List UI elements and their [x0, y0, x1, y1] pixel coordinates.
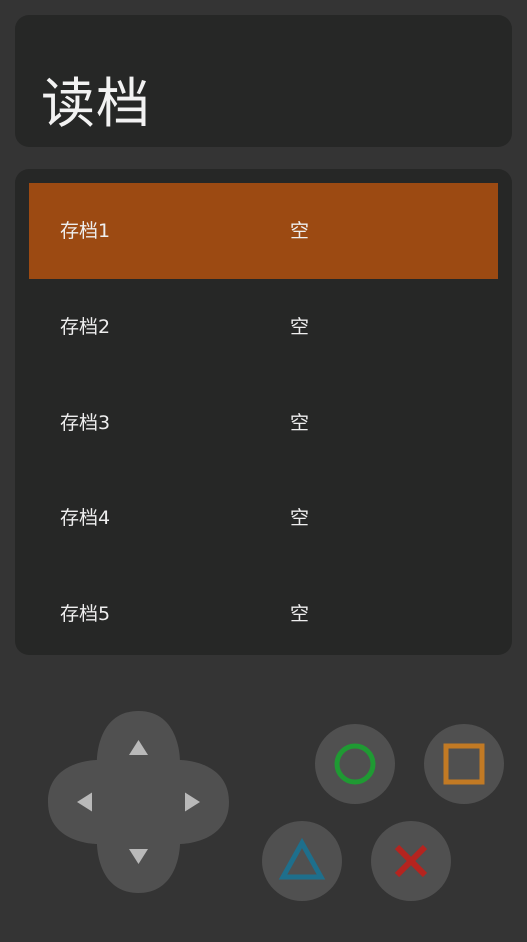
triangle-icon — [278, 837, 326, 880]
save-slot-status: 空 — [290, 412, 310, 434]
save-slot-list: 存档1 空 存档2 空 存档3 空 存档4 空 存档5 空 — [15, 169, 512, 655]
save-slot-1[interactable]: 存档1 空 — [29, 183, 498, 279]
save-slot-name: 存档1 — [60, 220, 111, 242]
save-slot-status: 空 — [290, 316, 310, 338]
dpad[interactable] — [48, 711, 229, 893]
title-panel: 读档 — [15, 15, 512, 147]
load-game-screen: 读档 存档1 空 存档2 空 存档3 空 存档4 空 存档5 空 — [0, 0, 527, 942]
square-button[interactable] — [424, 724, 504, 804]
cross-button[interactable] — [371, 821, 451, 901]
save-slot-5[interactable]: 存档5 空 — [29, 566, 498, 655]
circle-button[interactable] — [315, 724, 395, 804]
save-slot-name: 存档5 — [60, 603, 111, 625]
save-slot-2[interactable]: 存档2 空 — [29, 279, 498, 375]
save-slot-4[interactable]: 存档4 空 — [29, 470, 498, 566]
save-slot-name: 存档4 — [60, 507, 111, 529]
square-icon — [443, 743, 485, 785]
save-slot-status: 空 — [290, 220, 310, 242]
save-slot-name: 存档3 — [60, 412, 111, 434]
save-slot-name: 存档2 — [60, 316, 111, 338]
save-slot-status: 空 — [290, 507, 310, 529]
dpad-base — [48, 711, 229, 893]
cross-icon — [394, 844, 428, 878]
page-title: 读档 — [41, 72, 151, 135]
save-slot-3[interactable]: 存档3 空 — [29, 375, 498, 471]
triangle-button[interactable] — [262, 821, 342, 901]
save-slot-status: 空 — [290, 603, 310, 625]
circle-icon — [334, 743, 376, 785]
